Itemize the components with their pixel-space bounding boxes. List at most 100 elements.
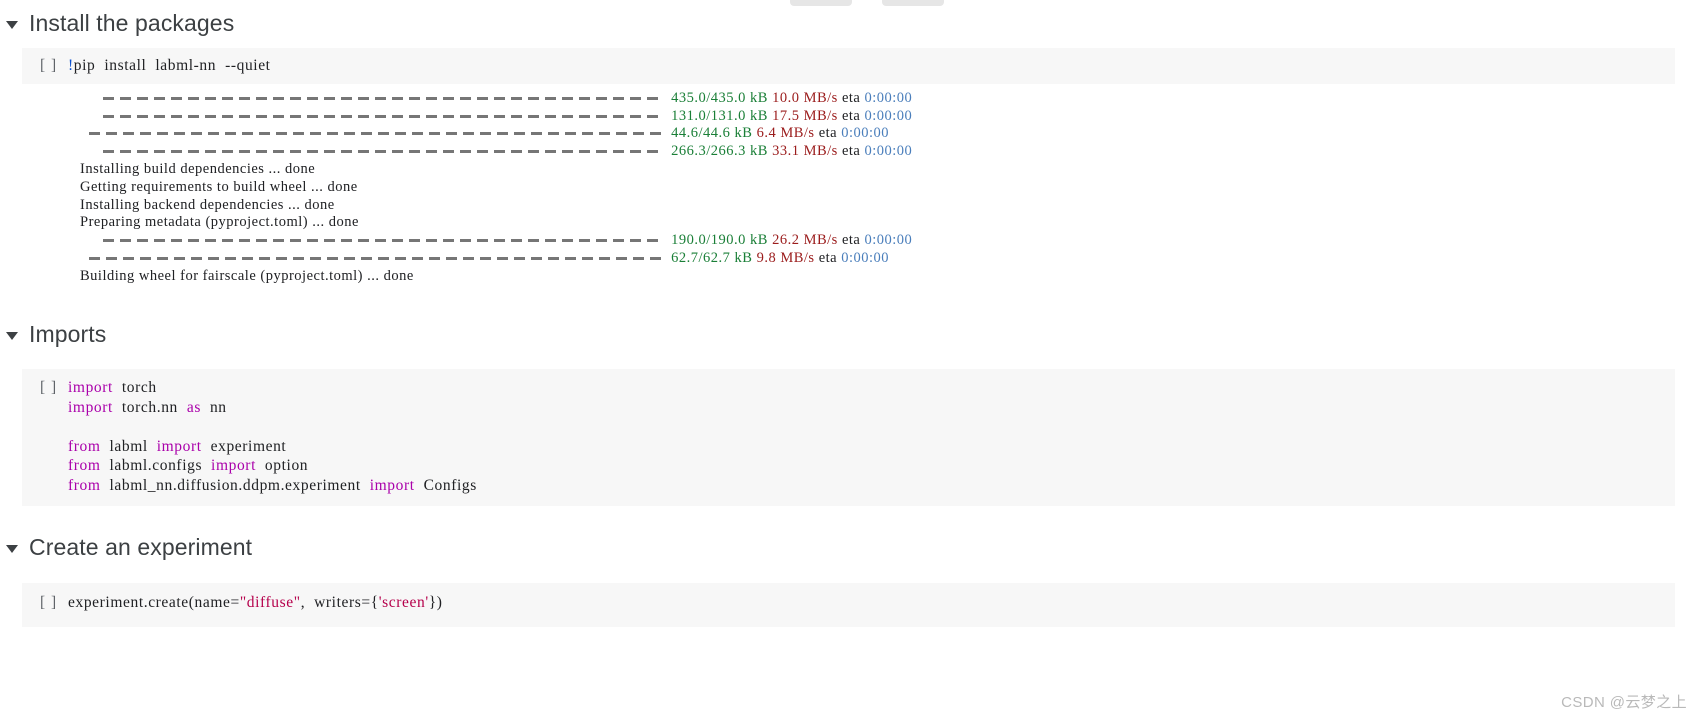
code-block-imports: [ ] import torch import torch.nn as nn fro… (22, 378, 1675, 495)
output-text-line: Preparing metadata (pyproject.toml) ... … (80, 214, 359, 231)
download-size: 435.0/435.0 kB (667, 89, 773, 106)
token-plain: experiment.create(name= (68, 594, 240, 612)
section-header-imports[interactable]: Imports (0, 315, 1697, 353)
download-speed: 9.8 MB/s (756, 250, 819, 267)
token-kw: from (68, 476, 101, 494)
eta-value: 0:00:00 (864, 89, 913, 106)
token-kw: import (68, 398, 113, 416)
progress-bar (103, 239, 663, 243)
token-plain: labml (100, 437, 157, 455)
output-progress-group-b: 190.0/190.0 kB 26.2 MB/s eta 0:00:00 62.… (22, 232, 1675, 268)
code-line: [ ] !pip install labml-nn --quiet (22, 56, 1675, 76)
output-text-line: Installing build dependencies ... done (80, 161, 316, 178)
output-progress-line: 190.0/190.0 kB 26.2 MB/s eta 0:00:00 (22, 232, 1675, 250)
code-text: import torch (68, 378, 1675, 398)
code-cell-experiment[interactable]: [ ] experiment.create(name="diffuse", wri… (22, 583, 1675, 627)
eta-label: eta (841, 89, 865, 106)
triangle-down-icon[interactable] (6, 331, 18, 340)
output-progress-line: 435.0/435.0 kB 10.0 MB/s eta 0:00:00 (22, 90, 1675, 108)
cell-output-install: 435.0/435.0 kB 10.0 MB/s eta 0:00:00 131… (22, 83, 1675, 296)
section-header-create[interactable]: Create an experiment (0, 528, 1697, 566)
token-kw: import (369, 476, 415, 494)
eta-label: eta (818, 125, 842, 142)
csdn-watermark: CSDN @云梦之上 (1561, 694, 1687, 711)
code-line: from labml_nn.diffusion.ddpm.experiment … (22, 476, 1675, 496)
progress-bar (103, 114, 663, 118)
code-text: !pip install labml-nn --quiet (68, 56, 1675, 76)
eta-label: eta (841, 107, 865, 124)
toolbar-ghost-button-1 (790, 0, 852, 6)
token-plain: , writers= (300, 594, 371, 612)
download-speed: 26.2 MB/s (772, 232, 842, 249)
token-plain: nn (201, 398, 227, 416)
token-kw: as (186, 398, 201, 416)
run-cell-button[interactable]: [ ] (22, 56, 68, 76)
token-plain: torch (112, 379, 157, 397)
output-progress-group-a: 435.0/435.0 kB 10.0 MB/s eta 0:00:00 131… (22, 90, 1675, 161)
token-plain: { (370, 594, 379, 612)
code-line: import torch.nn as nn (22, 398, 1675, 418)
progress-bar (103, 150, 663, 154)
section-title-imports: Imports (29, 320, 107, 347)
triangle-down-icon[interactable] (6, 544, 18, 553)
output-progress-line: 266.3/266.3 kB 33.1 MB/s eta 0:00:00 (22, 143, 1675, 161)
download-size: 131.0/131.0 kB (667, 107, 773, 124)
section-title-create: Create an experiment (29, 533, 253, 560)
code-cell-install[interactable]: [ ] !pip install labml-nn --quiet (22, 48, 1675, 84)
progress-bar (103, 96, 663, 100)
toolbar-ghost-button-2 (882, 0, 944, 6)
eta-label: eta (841, 143, 865, 160)
download-size: 44.6/44.6 kB (667, 125, 757, 142)
colab-notebook-page: Install the packages [ ] !pip install la… (0, 0, 1697, 716)
eta-value: 0:00:00 (864, 107, 913, 124)
token-str: "diffuse" (239, 594, 301, 612)
output-progress-line: 131.0/131.0 kB 17.5 MB/s eta 0:00:00 (22, 107, 1675, 125)
download-size: 62.7/62.7 kB (667, 250, 757, 267)
section-header-install[interactable]: Install the packages (0, 4, 1697, 42)
eta-value: 0:00:00 (841, 250, 890, 267)
triangle-down-icon[interactable] (6, 20, 18, 29)
token-plain: experiment (201, 437, 287, 455)
output-progress-line: 62.7/62.7 kB 9.8 MB/s eta 0:00:00 (22, 250, 1675, 268)
code-text: from labml_nn.diffusion.ddpm.experiment … (68, 476, 1675, 496)
output-text-group-a: Installing build dependencies ... done Ge… (22, 161, 1675, 232)
token-str: 'screen' (378, 594, 429, 612)
code-block-experiment: [ ] experiment.create(name="diffuse", wri… (22, 593, 1675, 613)
code-line (22, 417, 1675, 437)
command-token: pip install labml-nn --quiet (73, 57, 271, 74)
token-plain: labml.configs (100, 457, 212, 475)
top-toolbar-ghost (0, 0, 1697, 9)
output-progress-line: 44.6/44.6 kB 6.4 MB/s eta 0:00:00 (22, 125, 1675, 143)
code-text: from labml.configs import option (68, 456, 1675, 476)
output-text-line: Building wheel for fairscale (pyproject.… (80, 267, 414, 284)
output-text-group-b: Building wheel for fairscale (pyproject.… (22, 267, 1675, 285)
code-line: from labml import experiment (22, 437, 1675, 457)
token-plain: torch.nn (112, 398, 187, 416)
code-cell-imports[interactable]: [ ] import torch import torch.nn as nn fro… (22, 369, 1675, 507)
eta-label: eta (841, 232, 865, 249)
token-kw: import (68, 379, 113, 397)
token-plain: labml_nn.diffusion.ddpm.experiment (100, 476, 370, 494)
token-kw: import (156, 437, 202, 455)
download-size: 266.3/266.3 kB (667, 143, 773, 160)
token-kw: import (211, 457, 256, 475)
download-size: 190.0/190.0 kB (667, 232, 773, 249)
progress-bar-container (22, 96, 667, 100)
progress-bar-container (22, 257, 667, 261)
token-plain: }) (428, 594, 443, 612)
run-cell-button[interactable]: [ ] (22, 593, 68, 613)
token-plain: option (255, 457, 309, 475)
eta-value: 0:00:00 (864, 143, 913, 160)
eta-value: 0:00:00 (864, 232, 913, 249)
progress-bar (89, 132, 663, 136)
code-text: experiment.create(name="diffuse", writer… (68, 593, 1675, 613)
download-speed: 6.4 MB/s (756, 125, 819, 142)
token-kw: from (68, 437, 101, 455)
code-line: from labml.configs import option (22, 456, 1675, 476)
output-text-line: Getting requirements to build wheel ... … (80, 178, 358, 195)
output-text-line: Installing backend dependencies ... done (80, 196, 335, 213)
code-line: [ ] import torch (22, 378, 1675, 398)
code-line: [ ] experiment.create(name="diffuse", wri… (22, 593, 1675, 613)
run-cell-button[interactable]: [ ] (22, 378, 68, 398)
